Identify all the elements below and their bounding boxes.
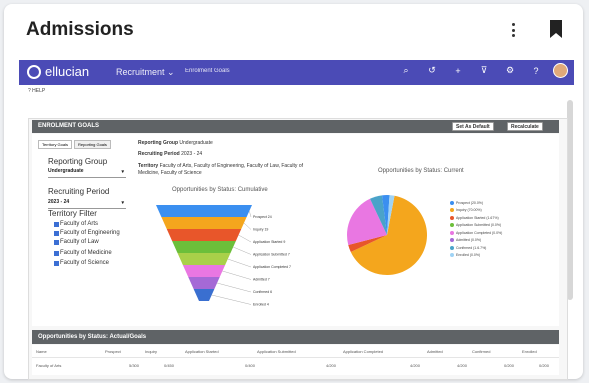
legend-label: Enrolled (0.0%)	[456, 253, 481, 258]
legend-swatch	[450, 200, 454, 205]
legend-swatch	[450, 245, 454, 250]
funnel-label: Admitted 7	[253, 278, 270, 282]
row-cell: 0/400	[245, 363, 256, 368]
funnel-segment-prospect[interactable]	[156, 205, 252, 217]
funnel-leader-line	[238, 234, 252, 243]
legend-swatch	[450, 208, 454, 213]
legend-swatch	[450, 253, 454, 258]
funnel-label: Application Submitted 7	[253, 253, 290, 257]
column-header: Name	[36, 349, 47, 354]
column-header: Admitted	[427, 349, 443, 354]
funnel-segment-enrolled[interactable]	[193, 289, 215, 301]
funnel-label: Application Completed 7	[253, 265, 291, 269]
legend-label: Confirmed (1.6.7%)	[456, 245, 487, 250]
legend-label: Prospect (20.0%)	[456, 200, 484, 205]
column-header: Application Started	[185, 349, 219, 354]
funnel-leader-line	[217, 282, 252, 293]
legend-item: Admitted (0.0%)	[450, 237, 502, 245]
row-cell: 0/450	[164, 363, 175, 368]
legend-label: Application Submitted (0.0%)	[456, 223, 502, 228]
legend-label: Admitted (0.0%)	[456, 238, 482, 243]
funnel-chart: Prospect 24 Inquiry 19 Application Started…	[156, 205, 291, 307]
row-cell: 5/300	[129, 363, 140, 368]
legend-label: Application Completed (0.0%)	[456, 230, 503, 235]
legend-swatch	[450, 215, 454, 220]
legend-item: Application Submitted (0.0%)	[450, 222, 502, 230]
funnel-segment-application-submitted[interactable]	[172, 241, 236, 253]
column-header: Prospect	[105, 349, 121, 354]
row-cell: 0/200	[504, 363, 515, 368]
funnel-segment-application-completed[interactable]	[177, 253, 231, 265]
row-cell: 0/200	[539, 363, 550, 368]
legend-item: Confirmed (1.6.7%)	[450, 244, 502, 252]
pie-chart	[347, 194, 428, 276]
column-header: Application Submitted	[257, 349, 296, 354]
legend-item: Enrolled (0.0%)	[450, 252, 502, 260]
funnel-leader-line	[249, 210, 252, 218]
legend-label: Application Started (1.67%)	[456, 215, 499, 220]
funnel-leader-line	[233, 246, 252, 255]
legend-label: Inquiry (70.00%)	[456, 208, 482, 213]
funnel-label: Prospect 24	[253, 215, 272, 219]
actual-goals-table: Name Prospect Inquiry Application Starte…	[32, 345, 559, 375]
legend-swatch	[450, 230, 454, 235]
row-cell: 4/200	[410, 363, 421, 368]
funnel-segment-confirmed[interactable]	[188, 277, 220, 289]
legend-item: Inquiry (70.00%)	[450, 207, 502, 215]
funnel-label: Application Started 9	[253, 240, 285, 244]
legend-item: Application Completed (0.0%)	[450, 229, 502, 237]
charts-svg: Prospect 24 Inquiry 19 Application Started…	[156, 194, 428, 307]
column-header: Enrolled	[522, 349, 537, 354]
legend-item: Application Started (1.67%)	[450, 214, 502, 222]
funnel-label: Inquiry 19	[253, 228, 268, 232]
funnel-label: Confirmed 6	[253, 290, 272, 294]
legend-swatch	[450, 238, 454, 243]
row-cell: 4/200	[326, 363, 337, 368]
funnel-leader-line	[227, 258, 252, 268]
row-cell: 4/200	[457, 363, 468, 368]
table-divider	[32, 357, 559, 358]
column-header: Application Completed	[343, 349, 384, 354]
funnel-leader-line	[222, 270, 252, 280]
funnel-segment-application-started[interactable]	[166, 229, 242, 241]
funnel-label: Enrolled 4	[253, 303, 269, 307]
row-name[interactable]: Faculty of Arts	[36, 363, 61, 368]
funnel-leader-line	[211, 294, 252, 305]
legend-swatch	[450, 223, 454, 228]
legend-item: Prospect (20.0%)	[450, 199, 502, 207]
column-header: Inquiry	[145, 349, 158, 354]
pie-legend: Prospect (20.0%) Inquiry (70.00%) Applicat…	[450, 199, 502, 259]
actual-goals-header: Opportunities by Status: Actual/Goals	[32, 330, 559, 344]
funnel-segment-admitted[interactable]	[182, 265, 226, 277]
funnel-leader-line	[243, 222, 252, 230]
funnel-segment-inquiry[interactable]	[161, 217, 247, 229]
column-header: Confirmed	[472, 349, 491, 354]
actual-goals-title: Opportunities by Status: Actual/Goals	[38, 334, 147, 340]
